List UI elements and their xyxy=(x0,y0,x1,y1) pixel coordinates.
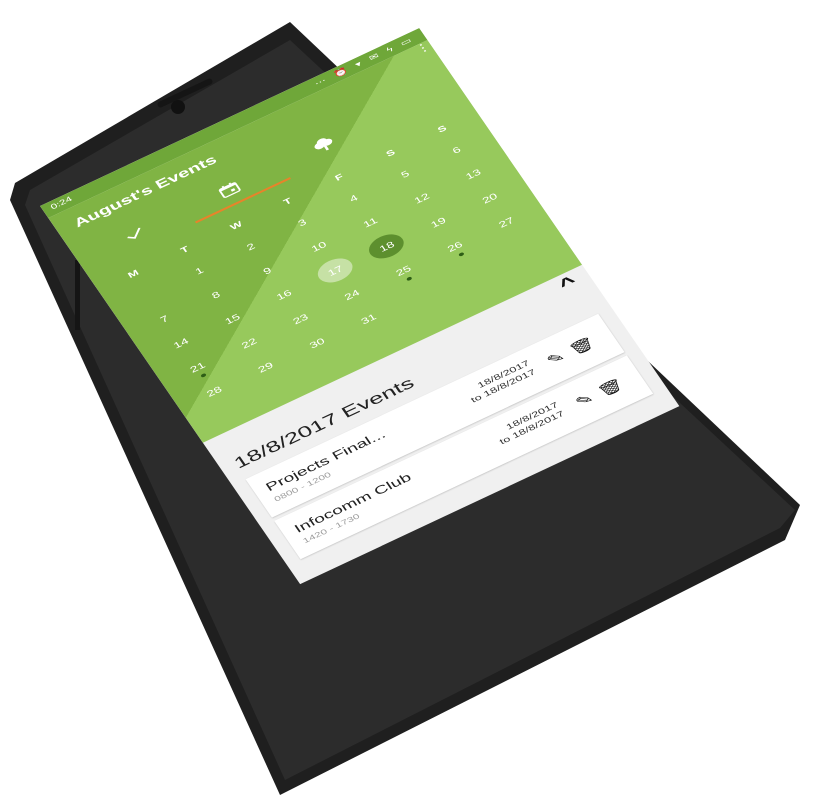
delete-trash-icon[interactable]: 🗑 xyxy=(594,375,627,400)
event-dot-icon xyxy=(200,372,207,378)
check-icon xyxy=(127,227,141,239)
edit-pencil-icon[interactable]: ✎ xyxy=(572,390,597,411)
front-camera-icon xyxy=(171,100,185,114)
overflow-menu-icon[interactable]: ⋮ xyxy=(412,40,434,56)
collapse-chevron-icon[interactable]: ^ xyxy=(555,272,581,295)
side-button[interactable] xyxy=(75,260,80,330)
tree-icon xyxy=(314,138,333,151)
delete-trash-icon[interactable]: 🗑 xyxy=(565,334,598,359)
calendar-icon xyxy=(218,182,241,198)
event-dates: 18/8/2017 to 18/8/2017 xyxy=(462,358,538,405)
edit-pencil-icon[interactable]: ✎ xyxy=(543,348,568,369)
